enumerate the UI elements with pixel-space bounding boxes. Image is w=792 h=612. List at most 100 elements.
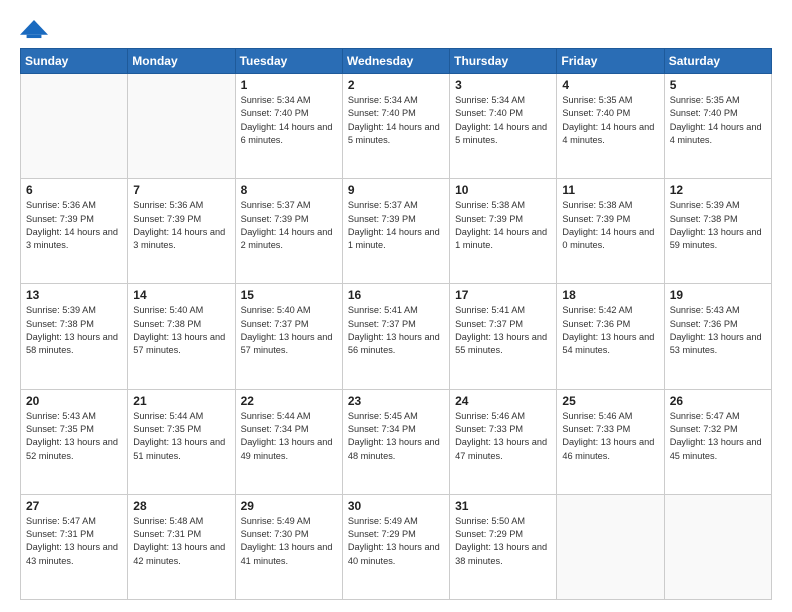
- day-number: 28: [133, 499, 230, 513]
- day-cell: 12Sunrise: 5:39 AMSunset: 7:38 PMDayligh…: [664, 179, 771, 284]
- day-info: Sunrise: 5:46 AMSunset: 7:33 PMDaylight:…: [562, 410, 659, 463]
- day-cell: 27 Sunrise: 5:47 AMSunset: 7:31 PMDayligh…: [21, 494, 128, 599]
- day-cell: 31 Sunrise: 5:50 AMSunset: 7:29 PMDayligh…: [450, 494, 557, 599]
- day-cell: 6 Sunrise: 5:36 AMSunset: 7:39 PMDaylight…: [21, 179, 128, 284]
- weekday-header-row: SundayMondayTuesdayWednesdayThursdayFrid…: [21, 49, 772, 74]
- day-cell: 26Sunrise: 5:47 AMSunset: 7:32 PMDayligh…: [664, 389, 771, 494]
- day-number: 5: [670, 78, 767, 92]
- week-row-4: 20 Sunrise: 5:43 AMSunset: 7:35 PMDayligh…: [21, 389, 772, 494]
- day-info: Sunrise: 5:44 AMSunset: 7:34 PMDaylight:…: [241, 410, 338, 463]
- day-info: Sunrise: 5:48 AMSunset: 7:31 PMDaylight:…: [133, 515, 230, 568]
- day-info: Sunrise: 5:34 AMSunset: 7:40 PMDaylight:…: [348, 94, 445, 147]
- day-info: Sunrise: 5:35 AMSunset: 7:40 PMDaylight:…: [670, 94, 767, 147]
- day-cell: 25 Sunrise: 5:46 AMSunset: 7:33 PMDayligh…: [557, 389, 664, 494]
- day-info: Sunrise: 5:34 AMSunset: 7:40 PMDaylight:…: [241, 94, 338, 147]
- day-info: Sunrise: 5:35 AMSunset: 7:40 PMDaylight:…: [562, 94, 659, 147]
- day-cell: [557, 494, 664, 599]
- weekday-header-friday: Friday: [557, 49, 664, 74]
- day-cell: [21, 74, 128, 179]
- day-number: 22: [241, 394, 338, 408]
- day-number: 23: [348, 394, 445, 408]
- day-number: 9: [348, 183, 445, 197]
- day-info: Sunrise: 5:40 AMSunset: 7:37 PMDaylight:…: [241, 304, 338, 357]
- day-info: Sunrise: 5:42 AMSunset: 7:36 PMDaylight:…: [562, 304, 659, 357]
- day-cell: 2 Sunrise: 5:34 AMSunset: 7:40 PMDaylight…: [342, 74, 449, 179]
- day-number: 13: [26, 288, 123, 302]
- page: SundayMondayTuesdayWednesdayThursdayFrid…: [0, 0, 792, 612]
- day-cell: 18 Sunrise: 5:42 AMSunset: 7:36 PMDayligh…: [557, 284, 664, 389]
- weekday-header-sunday: Sunday: [21, 49, 128, 74]
- day-info: Sunrise: 5:39 AMSunset: 7:38 PMDaylight:…: [670, 199, 767, 252]
- weekday-header-thursday: Thursday: [450, 49, 557, 74]
- day-cell: 17 Sunrise: 5:41 AMSunset: 7:37 PMDayligh…: [450, 284, 557, 389]
- week-row-5: 27 Sunrise: 5:47 AMSunset: 7:31 PMDayligh…: [21, 494, 772, 599]
- week-row-2: 6 Sunrise: 5:36 AMSunset: 7:39 PMDaylight…: [21, 179, 772, 284]
- weekday-header-tuesday: Tuesday: [235, 49, 342, 74]
- day-cell: 23 Sunrise: 5:45 AMSunset: 7:34 PMDayligh…: [342, 389, 449, 494]
- logo: [20, 18, 52, 40]
- day-number: 2: [348, 78, 445, 92]
- day-info: Sunrise: 5:50 AMSunset: 7:29 PMDaylight:…: [455, 515, 552, 568]
- day-number: 15: [241, 288, 338, 302]
- day-info: Sunrise: 5:36 AMSunset: 7:39 PMDaylight:…: [26, 199, 123, 252]
- day-number: 3: [455, 78, 552, 92]
- day-number: 21: [133, 394, 230, 408]
- day-cell: 4 Sunrise: 5:35 AMSunset: 7:40 PMDaylight…: [557, 74, 664, 179]
- day-cell: 22 Sunrise: 5:44 AMSunset: 7:34 PMDayligh…: [235, 389, 342, 494]
- day-number: 4: [562, 78, 659, 92]
- day-cell: 14 Sunrise: 5:40 AMSunset: 7:38 PMDayligh…: [128, 284, 235, 389]
- day-cell: 15 Sunrise: 5:40 AMSunset: 7:37 PMDayligh…: [235, 284, 342, 389]
- day-number: 27: [26, 499, 123, 513]
- day-info: Sunrise: 5:49 AMSunset: 7:30 PMDaylight:…: [241, 515, 338, 568]
- day-info: Sunrise: 5:37 AMSunset: 7:39 PMDaylight:…: [348, 199, 445, 252]
- day-number: 6: [26, 183, 123, 197]
- day-number: 16: [348, 288, 445, 302]
- logo-icon: [20, 18, 48, 40]
- day-number: 17: [455, 288, 552, 302]
- day-number: 29: [241, 499, 338, 513]
- day-number: 24: [455, 394, 552, 408]
- day-number: 18: [562, 288, 659, 302]
- day-info: Sunrise: 5:34 AMSunset: 7:40 PMDaylight:…: [455, 94, 552, 147]
- weekday-header-monday: Monday: [128, 49, 235, 74]
- day-number: 8: [241, 183, 338, 197]
- day-number: 11: [562, 183, 659, 197]
- day-cell: [128, 74, 235, 179]
- day-cell: 29 Sunrise: 5:49 AMSunset: 7:30 PMDayligh…: [235, 494, 342, 599]
- day-cell: 21 Sunrise: 5:44 AMSunset: 7:35 PMDayligh…: [128, 389, 235, 494]
- day-cell: 11 Sunrise: 5:38 AMSunset: 7:39 PMDayligh…: [557, 179, 664, 284]
- day-cell: 7 Sunrise: 5:36 AMSunset: 7:39 PMDaylight…: [128, 179, 235, 284]
- day-cell: 16 Sunrise: 5:41 AMSunset: 7:37 PMDayligh…: [342, 284, 449, 389]
- header: [20, 18, 772, 40]
- day-info: Sunrise: 5:38 AMSunset: 7:39 PMDaylight:…: [562, 199, 659, 252]
- weekday-header-saturday: Saturday: [664, 49, 771, 74]
- day-cell: 19 Sunrise: 5:43 AMSunset: 7:36 PMDayligh…: [664, 284, 771, 389]
- day-cell: 5 Sunrise: 5:35 AMSunset: 7:40 PMDaylight…: [664, 74, 771, 179]
- day-info: Sunrise: 5:38 AMSunset: 7:39 PMDaylight:…: [455, 199, 552, 252]
- day-number: 7: [133, 183, 230, 197]
- day-info: Sunrise: 5:41 AMSunset: 7:37 PMDaylight:…: [455, 304, 552, 357]
- day-info: Sunrise: 5:47 AMSunset: 7:31 PMDaylight:…: [26, 515, 123, 568]
- day-info: Sunrise: 5:43 AMSunset: 7:36 PMDaylight:…: [670, 304, 767, 357]
- day-info: Sunrise: 5:39 AMSunset: 7:38 PMDaylight:…: [26, 304, 123, 357]
- day-cell: 28 Sunrise: 5:48 AMSunset: 7:31 PMDayligh…: [128, 494, 235, 599]
- day-info: Sunrise: 5:44 AMSunset: 7:35 PMDaylight:…: [133, 410, 230, 463]
- day-info: Sunrise: 5:41 AMSunset: 7:37 PMDaylight:…: [348, 304, 445, 357]
- day-info: Sunrise: 5:45 AMSunset: 7:34 PMDaylight:…: [348, 410, 445, 463]
- day-info: Sunrise: 5:43 AMSunset: 7:35 PMDaylight:…: [26, 410, 123, 463]
- day-cell: 1Sunrise: 5:34 AMSunset: 7:40 PMDaylight…: [235, 74, 342, 179]
- day-number: 25: [562, 394, 659, 408]
- week-row-3: 13 Sunrise: 5:39 AMSunset: 7:38 PMDayligh…: [21, 284, 772, 389]
- day-number: 14: [133, 288, 230, 302]
- day-info: Sunrise: 5:36 AMSunset: 7:39 PMDaylight:…: [133, 199, 230, 252]
- day-cell: [664, 494, 771, 599]
- day-info: Sunrise: 5:40 AMSunset: 7:38 PMDaylight:…: [133, 304, 230, 357]
- day-number: 31: [455, 499, 552, 513]
- day-number: 10: [455, 183, 552, 197]
- day-cell: 30Sunrise: 5:49 AMSunset: 7:29 PMDayligh…: [342, 494, 449, 599]
- day-cell: 20 Sunrise: 5:43 AMSunset: 7:35 PMDayligh…: [21, 389, 128, 494]
- day-info: Sunrise: 5:37 AMSunset: 7:39 PMDaylight:…: [241, 199, 338, 252]
- day-number: 19: [670, 288, 767, 302]
- day-cell: 3 Sunrise: 5:34 AMSunset: 7:40 PMDaylight…: [450, 74, 557, 179]
- day-number: 20: [26, 394, 123, 408]
